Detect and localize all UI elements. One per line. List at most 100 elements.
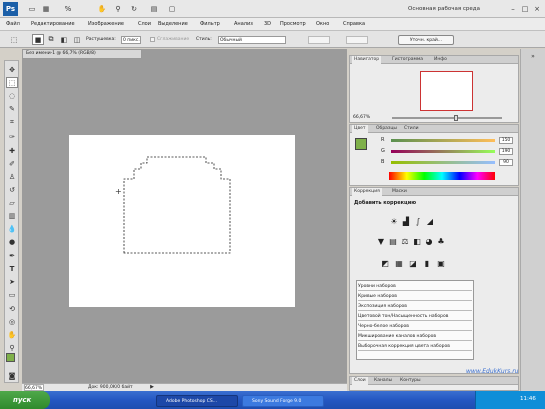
preset-exposure[interactable]: Экспозиция наборов: [358, 303, 472, 311]
history-brush-tool-icon[interactable]: ↺: [6, 184, 18, 195]
menu-help[interactable]: Справка: [343, 21, 365, 27]
preset-levels[interactable]: Уровни наборов: [358, 283, 472, 291]
dodge-tool-icon[interactable]: ●: [6, 236, 18, 247]
hue-saturation-icon[interactable]: ▤: [388, 236, 398, 246]
tab-navigator[interactable]: Навигатор: [352, 56, 382, 64]
hand-tool-icon[interactable]: ✋: [6, 329, 18, 340]
eyedropper-tool-icon[interactable]: ✑: [6, 131, 18, 142]
preset-channel-mixer[interactable]: Микширование каналов наборов: [358, 333, 472, 341]
curves-icon[interactable]: ∫: [413, 216, 423, 226]
color-balance-icon[interactable]: ⚖: [400, 236, 410, 246]
marquee-tool-icon[interactable]: ⬚: [6, 77, 18, 88]
threshold-icon[interactable]: ◪: [408, 258, 418, 268]
foreground-color-swatch[interactable]: [6, 353, 15, 362]
tab-paths[interactable]: Контуры: [400, 378, 421, 383]
intersect-selection-icon[interactable]: ◫: [71, 34, 83, 45]
zoom-icon[interactable]: ⚲: [112, 3, 124, 14]
preset-black-white[interactable]: Черно-белое наборов: [358, 323, 472, 331]
menu-analysis[interactable]: Анализ: [234, 21, 253, 27]
task-sound-forge[interactable]: Sony Sound Forge 9.0: [242, 395, 324, 407]
gradient-tool-icon[interactable]: ▥: [6, 210, 18, 221]
shape-tool-icon[interactable]: ▭: [6, 289, 18, 300]
tray-clock[interactable]: 11:46: [520, 396, 536, 402]
start-button[interactable]: пуск: [0, 391, 50, 409]
zoom-tool-icon[interactable]: ⚲: [6, 342, 18, 353]
subtract-selection-icon[interactable]: ◧: [58, 34, 70, 45]
path-selection-tool-icon[interactable]: ➤: [6, 276, 18, 287]
task-photoshop[interactable]: Adobe Photoshop CS...: [156, 395, 238, 407]
exposure-icon[interactable]: ◢: [425, 216, 435, 226]
invert-icon[interactable]: ◩: [380, 258, 390, 268]
add-selection-icon[interactable]: ⧉: [45, 34, 57, 45]
channel-r-slider[interactable]: [391, 139, 495, 142]
blur-tool-icon[interactable]: 💧: [6, 223, 18, 234]
black-white-icon[interactable]: ◧: [412, 236, 422, 246]
screen-mode-icon[interactable]: ▢: [166, 3, 178, 14]
healing-brush-tool-icon[interactable]: ✚: [6, 145, 18, 156]
preset-hue-saturation[interactable]: Цветовой тон/Насыщенность наборов: [358, 313, 472, 321]
style-select[interactable]: Обычный: [218, 36, 286, 44]
clone-stamp-tool-icon[interactable]: ♙: [6, 171, 18, 182]
preset-curves[interactable]: Кривые наборов: [358, 293, 472, 301]
close-icon[interactable]: ×: [531, 3, 543, 14]
feather-input[interactable]: 0 пикс.: [121, 36, 141, 44]
navigator-preview[interactable]: [420, 71, 473, 111]
tab-channels[interactable]: Каналы: [374, 378, 392, 383]
smooth-checkbox[interactable]: [150, 37, 155, 42]
tab-swatches[interactable]: Образцы: [376, 126, 397, 131]
menu-layers[interactable]: Слои: [138, 21, 151, 27]
tab-styles[interactable]: Стили: [404, 126, 419, 131]
navigator-zoom-slider[interactable]: [392, 117, 502, 119]
pen-tool-icon[interactable]: ✒: [6, 250, 18, 261]
arrange-documents-icon[interactable]: ▤: [148, 3, 160, 14]
hand-icon[interactable]: ✋: [96, 3, 108, 14]
width-input[interactable]: [308, 36, 330, 44]
tab-layers[interactable]: Слои: [352, 377, 368, 385]
menu-view[interactable]: Просмотр: [280, 21, 306, 27]
photo-filter-icon[interactable]: ◕: [424, 236, 434, 246]
menu-edit[interactable]: Редактирование: [31, 21, 75, 27]
tab-color[interactable]: Цвет: [352, 125, 368, 133]
quick-select-tool-icon[interactable]: ✎: [6, 103, 18, 114]
3d-camera-tool-icon[interactable]: ◎: [6, 316, 18, 327]
navigator-slider-handle[interactable]: [454, 115, 458, 121]
posterize-icon[interactable]: ▦: [394, 258, 404, 268]
tool-preset-icon[interactable]: ⬚: [8, 34, 20, 45]
refine-edge-button[interactable]: Уточн. край...: [398, 35, 454, 45]
channel-r-value[interactable]: 150: [499, 137, 513, 144]
menu-window[interactable]: Окно: [316, 21, 329, 27]
selective-color-icon[interactable]: ▣: [436, 258, 446, 268]
navigator-zoom[interactable]: 66,67%: [353, 115, 370, 120]
brightness-contrast-icon[interactable]: ☀: [389, 216, 399, 226]
type-tool-icon[interactable]: T: [6, 263, 18, 274]
preset-selective-color[interactable]: Выборочная коррекция цвета наборов: [358, 343, 472, 351]
lasso-tool-icon[interactable]: ◌: [6, 90, 18, 101]
menu-filter[interactable]: Фильтр: [200, 21, 220, 27]
channel-g-value[interactable]: 190: [499, 148, 513, 155]
color-spectrum-bar[interactable]: [389, 172, 495, 180]
menu-select[interactable]: Выделение: [158, 21, 188, 27]
workspace-switcher[interactable]: Основная рабочая среда: [408, 4, 498, 14]
restore-icon[interactable]: □: [519, 3, 531, 14]
menu-file[interactable]: Файл: [6, 21, 20, 27]
bridge-icon[interactable]: ▭: [26, 3, 38, 14]
minimize-icon[interactable]: –: [507, 3, 519, 14]
tab-histogram[interactable]: Гистограмма: [392, 57, 423, 62]
channel-g-slider[interactable]: [391, 150, 495, 153]
vibrance-icon[interactable]: ▼: [376, 236, 386, 246]
channel-b-value[interactable]: 90: [499, 159, 513, 166]
brush-tool-icon[interactable]: ✐: [6, 158, 18, 169]
crop-tool-icon[interactable]: ⌗: [6, 117, 18, 128]
rotate-view-icon[interactable]: ↻: [128, 3, 140, 14]
levels-icon[interactable]: ▟: [401, 216, 411, 226]
height-input[interactable]: [346, 36, 368, 44]
new-selection-icon[interactable]: ■: [32, 34, 44, 45]
channel-mixer-icon[interactable]: ♣: [436, 236, 446, 246]
tab-masks[interactable]: Маски: [392, 189, 407, 194]
tab-info[interactable]: Инфо: [434, 57, 447, 62]
3d-rotate-tool-icon[interactable]: ⟲: [6, 303, 18, 314]
eraser-tool-icon[interactable]: ▱: [6, 197, 18, 208]
expand-panels-icon[interactable]: »: [527, 51, 539, 62]
zoom-readout[interactable]: 66,67%: [24, 384, 44, 391]
menu-image[interactable]: Изображение: [88, 21, 124, 27]
